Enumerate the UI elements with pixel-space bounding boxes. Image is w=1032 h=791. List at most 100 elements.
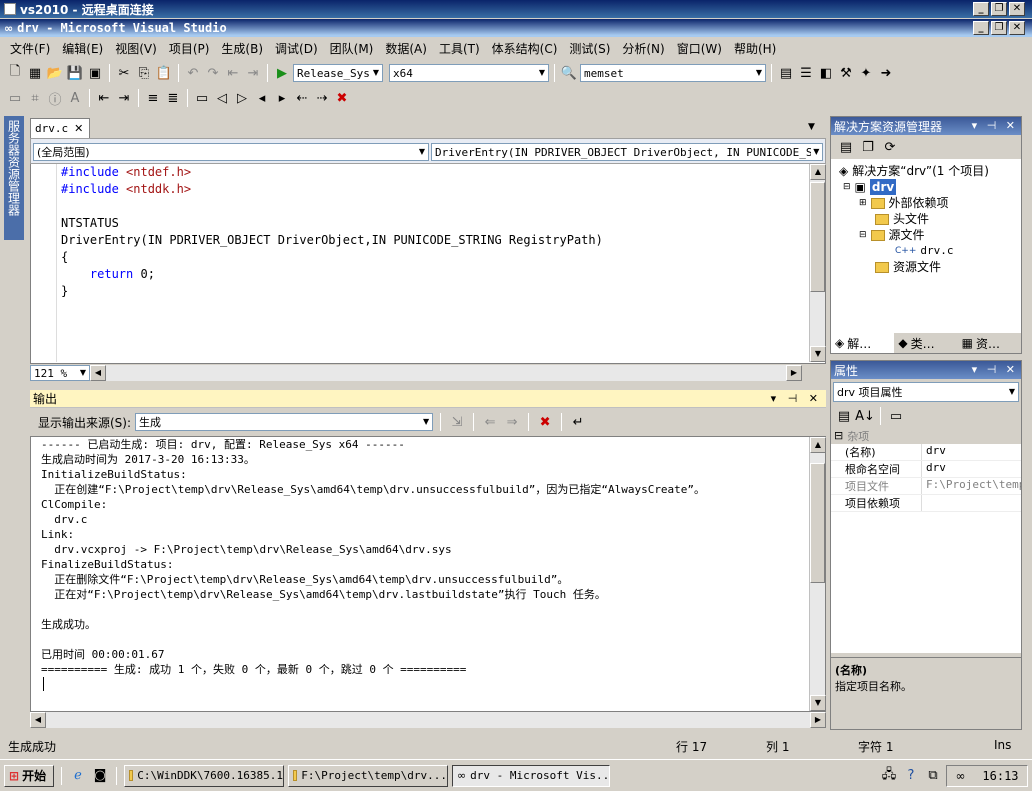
property-row[interactable]: (名称) drv (831, 444, 1021, 461)
vs-tray-icon[interactable]: ∞ (955, 769, 965, 783)
refresh-icon[interactable]: ⟳ (881, 138, 899, 156)
scroll-thumb[interactable] (810, 182, 825, 292)
clear-bookmarks-icon[interactable]: ✖ (333, 89, 351, 107)
editor-vscroll[interactable]: ▲ ▼ (809, 164, 826, 362)
next-bookmark-icon[interactable]: ▷ (233, 89, 251, 107)
redo-icon[interactable]: ↷ (204, 64, 222, 82)
menu-item-4[interactable]: 生成(B) (215, 40, 269, 57)
config-select[interactable]: Release_Sys ▼ (293, 64, 383, 82)
complete-word-icon[interactable]: A (66, 89, 84, 107)
output-pane-controls[interactable]: ▾ ⊣ ✕ (771, 392, 822, 405)
scroll-down-icon[interactable]: ▼ (810, 695, 826, 711)
property-pages-icon[interactable]: ▭ (887, 407, 905, 425)
tab-class-view[interactable]: ◆ 类… (894, 333, 957, 353)
menu-item-12[interactable]: 窗口(W) (671, 40, 728, 57)
paste-icon[interactable]: 📋 (155, 64, 173, 82)
scroll-down-icon[interactable]: ▼ (810, 346, 826, 362)
property-grid[interactable]: ⊟杂项 (名称)drv根命名空间drv项目文件F:\Project\temp\项… (831, 427, 1021, 653)
extension-manager-icon[interactable]: ✦ (857, 64, 875, 82)
parameter-info-icon[interactable]: ⌗ (26, 89, 44, 107)
pane-controls[interactable]: ▾ ⊣ ✕ (972, 119, 1018, 132)
ie-icon[interactable]: ℯ (69, 767, 87, 785)
quick-info-icon[interactable]: ⓘ (46, 89, 64, 108)
tab-resource-view[interactable]: ▦ 资… (958, 333, 1021, 353)
cut-icon[interactable]: ✂ (115, 64, 133, 82)
code-line[interactable]: #include <ntddk.h> (61, 181, 801, 198)
show-all-files-icon[interactable]: ❐ (859, 138, 877, 156)
tree-solution-root[interactable]: ◈ 解决方案“drv”(1 个项目) (839, 163, 1021, 179)
property-category[interactable]: ⊟ 杂项 (831, 427, 1021, 444)
vs-minimize-icon[interactable]: _ (973, 21, 989, 35)
menu-item-5[interactable]: 调试(D) (269, 40, 324, 57)
find-in-files-icon[interactable]: 🔍 (560, 64, 578, 82)
outdent-icon[interactable]: ⇤ (95, 89, 113, 107)
object-browser-icon[interactable]: ◧ (817, 64, 835, 82)
code-editor[interactable]: #include <ntdef.h> #include <ntddk.h> NTST… (30, 164, 826, 364)
menu-item-1[interactable]: 编辑(E) (56, 40, 109, 57)
collapse-icon[interactable]: ⊟ (859, 227, 867, 243)
property-row[interactable]: 项目文件 F:\Project\temp\ (831, 478, 1021, 495)
code-line[interactable] (61, 198, 801, 215)
scroll-right-icon[interactable]: ▶ (810, 712, 826, 728)
undo-icon[interactable]: ↶ (184, 64, 202, 82)
go-to-line-icon[interactable]: ⇲ (448, 413, 466, 431)
scope-select[interactable]: (全局范围) ▼ (33, 143, 429, 161)
property-row[interactable]: 项目依赖项 (831, 495, 1021, 512)
toolbox-icon[interactable]: ⚒ (837, 64, 855, 82)
word-wrap-icon[interactable]: ↵ (569, 413, 587, 431)
tree-project[interactable]: ⊟ ▣ drv (839, 179, 1021, 195)
output-text[interactable]: ------ 已启动生成: 项目: drv, 配置: Release_Sys x… (41, 437, 805, 677)
network-icon[interactable]: 🖧 (880, 767, 898, 785)
show-desktop-icon[interactable]: ◙ (91, 767, 109, 785)
taskbar-button-project[interactable]: F:\Project\temp\drv... (288, 764, 448, 787)
properties-object-select[interactable]: drv 项目属性 ▼ (833, 382, 1019, 402)
code-line[interactable]: return 0; (61, 266, 801, 283)
tab-solution[interactable]: ◈ 解… (831, 333, 895, 353)
start-button[interactable]: ⊞ 开始 (4, 764, 54, 787)
minimize-icon[interactable]: _ (973, 2, 989, 16)
menu-item-6[interactable]: 团队(M) (324, 40, 380, 57)
prev-message-icon[interactable]: ⇐ (481, 413, 499, 431)
code-line[interactable]: } (61, 283, 801, 300)
clipboard-icon[interactable]: ⧉ (924, 767, 942, 785)
prev-bookmark-folder-icon[interactable]: ◂ (253, 89, 271, 107)
bookmark-icon[interactable]: ▭ (193, 89, 211, 107)
properties-icon[interactable]: ▤ (837, 138, 855, 156)
menu-item-3[interactable]: 项目(P) (163, 40, 216, 57)
close-icon[interactable]: ✕ (74, 122, 83, 135)
copy-icon[interactable]: ⎘ (135, 64, 153, 82)
next-bookmark-doc-icon[interactable]: ⇢ (313, 89, 331, 107)
server-explorer-tab[interactable]: 服务器资源管理器 (4, 116, 24, 240)
menu-item-11[interactable]: 分析(N) (616, 40, 670, 57)
scroll-up-icon[interactable]: ▲ (810, 437, 826, 453)
display-object-list-icon[interactable]: ▭ (6, 89, 24, 107)
menu-item-2[interactable]: 视图(V) (109, 40, 163, 57)
tree-source-files[interactable]: ⊟ 源文件 (839, 227, 1021, 243)
prev-bookmark-icon[interactable]: ◁ (213, 89, 231, 107)
code-line[interactable]: NTSTATUS (61, 215, 801, 232)
help-icon[interactable]: ? (902, 767, 920, 785)
properties-icon[interactable]: ☰ (797, 64, 815, 82)
tree-header-files[interactable]: 头文件 (839, 211, 1021, 227)
next-bookmark-folder-icon[interactable]: ▸ (273, 89, 291, 107)
expand-icon[interactable]: ⊞ (859, 195, 867, 211)
menu-item-13[interactable]: 帮助(H) (728, 40, 782, 57)
categorized-icon[interactable]: ▤ (835, 407, 853, 425)
vs-restore-icon[interactable]: ❐ (991, 21, 1007, 35)
menu-item-10[interactable]: 测试(S) (563, 40, 616, 57)
prev-bookmark-doc-icon[interactable]: ⇠ (293, 89, 311, 107)
comment-icon[interactable]: ≡ (144, 89, 162, 107)
menu-item-7[interactable]: 数据(A) (379, 40, 433, 57)
code-line[interactable]: DriverEntry(IN PDRIVER_OBJECT DriverObje… (61, 232, 801, 249)
scroll-up-icon[interactable]: ▲ (810, 164, 826, 180)
open-icon[interactable]: 📂 (46, 64, 64, 82)
navigate-forward-icon[interactable]: ⇥ (244, 64, 262, 82)
save-icon[interactable]: 💾 (66, 64, 84, 82)
menu-item-8[interactable]: 工具(T) (433, 40, 486, 57)
close-icon[interactable]: ✕ (1009, 2, 1025, 16)
function-select[interactable]: DriverEntry(IN PDRIVER_OBJECT DriverObje… (431, 143, 823, 161)
scroll-left-icon[interactable]: ◀ (30, 712, 46, 728)
property-row[interactable]: 根命名空间 drv (831, 461, 1021, 478)
taskbar-button-vs[interactable]: ∞ drv - Microsoft Vis... (452, 764, 610, 787)
output-source-select[interactable]: 生成 ▼ (135, 413, 434, 431)
